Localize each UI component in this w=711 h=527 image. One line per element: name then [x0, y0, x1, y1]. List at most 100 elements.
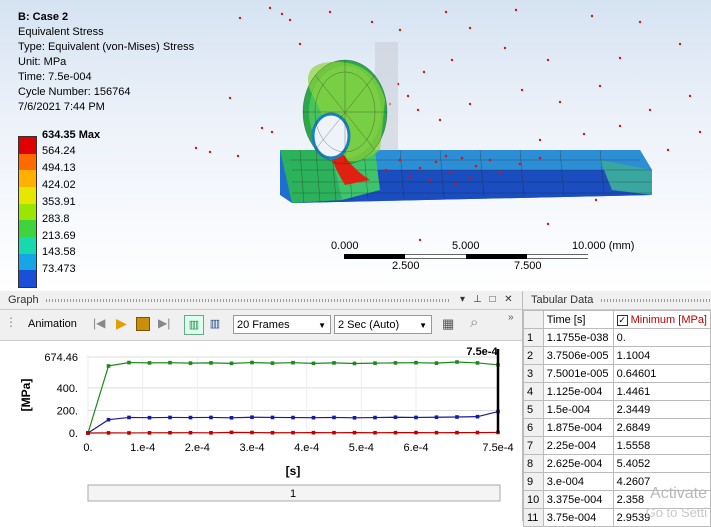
- table-row[interactable]: 8 2.625e-004 5.4052: [523, 454, 711, 473]
- data-point: [414, 415, 418, 420]
- data-point: [332, 430, 336, 435]
- legend-value: 213.69: [42, 230, 76, 242]
- stress-time-chart[interactable]: 674.46 400. 200. 0. 0. 1.e-4 2.e-4 3.e-4 4.e-4 5.…: [0, 341, 521, 521]
- result-title: B: Case 2: [18, 11, 69, 23]
- data-point: [373, 361, 377, 365]
- y-tick-label: 674.46: [44, 352, 78, 364]
- animation-label: Animation: [28, 318, 77, 330]
- 3d-viewport[interactable]: B: Case 2 Equivalent Stress Type: Equiva…: [0, 0, 711, 291]
- minimum-cell: 1.5558: [612, 436, 711, 455]
- table-row[interactable]: 4 1.125e-004 1.4461: [523, 382, 711, 401]
- data-point: [250, 360, 254, 365]
- time-column-header[interactable]: Time [s]: [542, 310, 614, 329]
- activation-watermark: Activate: [650, 485, 707, 502]
- x-tick-label: 2.e-4: [185, 442, 210, 454]
- data-point: [229, 415, 234, 420]
- row-number: 1: [523, 328, 544, 347]
- stress-legend-colorbar: [18, 136, 37, 288]
- duration-select[interactable]: 2 Sec (Auto) ▼: [334, 315, 432, 334]
- row-number: 4: [523, 382, 544, 401]
- data-point: [188, 430, 193, 435]
- time-cell: 2.625e-004: [542, 454, 614, 473]
- data-point: [393, 361, 398, 365]
- data-point: [434, 361, 439, 365]
- legend-value: 494.13: [42, 162, 76, 174]
- minimum-column-header[interactable]: ✓ Minimum [MPa]: [612, 310, 711, 329]
- data-point: [455, 360, 459, 364]
- legend-color-band: [19, 270, 36, 287]
- data-point: [127, 360, 131, 365]
- x-tick-label: 1.e-4: [130, 442, 155, 454]
- result-info-line: Cycle Number: 156764: [18, 86, 131, 98]
- row-number: 7: [523, 436, 544, 455]
- tabular-panel-title: Tabular Data: [531, 294, 594, 306]
- table-row[interactable]: 1 1.1755e-038 0.: [523, 328, 711, 347]
- minimum-cell: 1.1004: [612, 346, 711, 365]
- data-point: [106, 417, 111, 422]
- table-row[interactable]: 3 7.5001e-005 0.64601: [523, 364, 711, 383]
- stop-icon[interactable]: [136, 317, 150, 331]
- data-point: [455, 415, 459, 419]
- result-info-line: Equivalent Stress: [18, 26, 104, 38]
- data-point: [311, 415, 316, 420]
- result-info-line: Unit: MPa: [18, 56, 67, 68]
- tabular-data-panel: Tabular Data Time [s] ✓ Minimum [MPa] 1 1.…: [523, 291, 711, 527]
- table-row[interactable]: 2 3.7506e-005 1.1004: [523, 346, 711, 365]
- row-number: 8: [523, 454, 544, 473]
- pin-icon[interactable]: ⊥: [471, 292, 484, 307]
- x-tick-label: 3.e-4: [239, 442, 264, 454]
- column-checkbox[interactable]: ✓: [616, 314, 628, 326]
- plot-area: [87, 356, 499, 434]
- data-point: [414, 360, 418, 365]
- scatter-points: [194, 6, 702, 242]
- data-point: [332, 361, 336, 365]
- data-point: [209, 415, 213, 420]
- previous-frame-icon[interactable]: |◀: [93, 316, 105, 330]
- overflow-icon[interactable]: »: [508, 312, 514, 323]
- result-sets-icon[interactable]: ▥: [206, 315, 224, 333]
- data-point: [311, 430, 316, 435]
- zoom-icon[interactable]: ⌕: [470, 314, 478, 331]
- next-frame-icon[interactable]: ▶|: [158, 316, 170, 330]
- data-point: [270, 361, 275, 365]
- table-row[interactable]: 7 2.25e-004 1.5558: [523, 436, 711, 455]
- row-number: 9: [523, 472, 544, 491]
- distributed-frames-icon[interactable]: ▥: [184, 315, 204, 335]
- data-point: [147, 431, 152, 435]
- minimum-cell: 0.: [612, 328, 711, 347]
- data-point: [414, 430, 418, 435]
- data-point: [188, 361, 193, 365]
- data-point: [352, 430, 357, 435]
- data-point: [475, 430, 480, 435]
- data-point: [352, 415, 357, 420]
- data-point: [168, 430, 172, 435]
- data-point: [250, 430, 254, 435]
- frames-select[interactable]: 20 Frames ▼: [233, 315, 331, 334]
- result-info-line: Time: 7.5e-004: [18, 71, 92, 83]
- close-icon[interactable]: ✕: [502, 292, 515, 307]
- legend-value: 283.8: [42, 213, 70, 225]
- time-cell: 2.25e-004: [542, 436, 614, 455]
- x-tick-label: 5.e-4: [349, 442, 374, 454]
- y-tick-label: 400.: [57, 383, 78, 395]
- legend-value: 424.02: [42, 179, 76, 191]
- activation-watermark-sub: Go to Setti: [645, 505, 707, 520]
- scale-label: 7.500: [514, 260, 542, 272]
- row-number: 6: [523, 418, 544, 437]
- legend-color-band: [19, 187, 36, 204]
- dropdown-icon[interactable]: ▾: [456, 292, 469, 307]
- data-point: [475, 414, 480, 419]
- export-video-icon[interactable]: ▦: [442, 316, 454, 332]
- minimum-cell: 2.3449: [612, 400, 711, 419]
- time-cell: 1.875e-004: [542, 418, 614, 437]
- data-point: [209, 361, 213, 365]
- page-number: 1: [290, 488, 296, 500]
- table-row[interactable]: 5 1.5e-004 2.3449: [523, 400, 711, 419]
- maximize-icon[interactable]: □: [486, 292, 499, 307]
- time-cell: 7.5001e-005: [542, 364, 614, 383]
- data-point: [168, 415, 172, 420]
- minimum-cell: 2.6849: [612, 418, 711, 437]
- data-point: [86, 431, 90, 435]
- table-row[interactable]: 6 1.875e-004 2.6849: [523, 418, 711, 437]
- play-icon[interactable]: ▶: [116, 315, 127, 332]
